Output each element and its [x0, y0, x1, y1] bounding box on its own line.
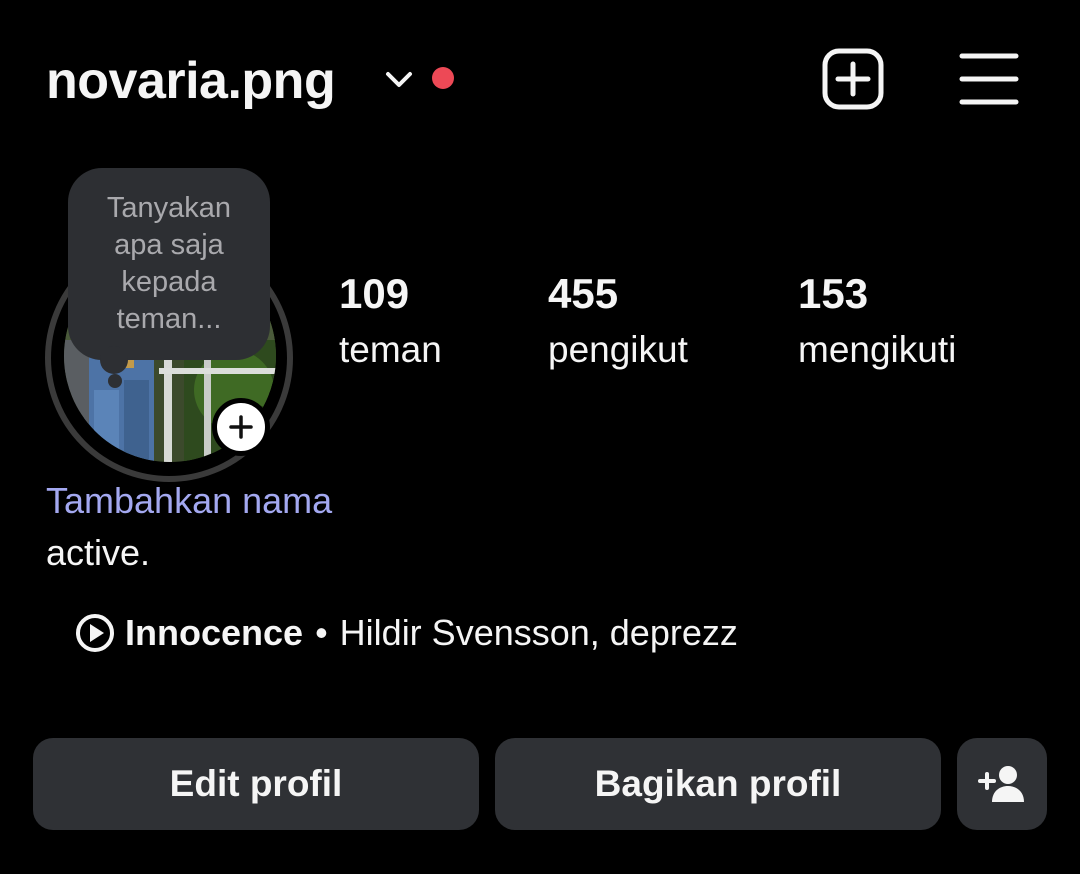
new-post-button[interactable] [821, 47, 885, 111]
song-artists: Hildir Svensson, deprezz [339, 612, 738, 653]
stat-followers-label: pengikut [548, 329, 688, 370]
stat-friends[interactable]: 109 teman [339, 268, 442, 376]
discover-people-button[interactable] [957, 738, 1047, 830]
hamburger-menu-icon [959, 53, 1019, 105]
note-placeholder: Tanyakan apa saja kepada teman... [106, 192, 232, 335]
profile-music[interactable]: Innocence • Hildir Svensson, deprezz [75, 610, 738, 656]
chevron-down-icon[interactable] [383, 68, 415, 92]
profile-username[interactable]: novaria.png [46, 48, 336, 114]
stat-following-label: mengikuti [798, 329, 957, 370]
play-circle-icon [76, 614, 114, 652]
stat-friends-count: 109 [339, 270, 410, 317]
song-title: Innocence [125, 612, 304, 653]
note-bubble-tail [100, 346, 128, 374]
note-bubble-tail-small [108, 374, 122, 388]
stat-followers[interactable]: 455 pengikut [548, 268, 688, 376]
stat-followers-count: 455 [548, 270, 619, 317]
bio-text: active. [46, 532, 151, 573]
share-profile-button[interactable]: Bagikan profil [495, 738, 941, 830]
add-name-link[interactable]: Tambahkan nama [46, 478, 332, 524]
note-bubble[interactable]: Tanyakan apa saja kepada teman... [68, 168, 270, 360]
menu-button[interactable] [958, 51, 1020, 107]
stat-following[interactable]: 153 mengikuti [798, 268, 956, 376]
add-person-icon [978, 766, 1024, 802]
notification-dot [432, 67, 454, 89]
song-separator: • [315, 612, 328, 653]
plus-square-icon [822, 48, 884, 110]
stat-friends-label: teman [339, 329, 442, 370]
stat-following-count: 153 [798, 270, 869, 317]
add-story-button[interactable] [212, 398, 270, 456]
edit-profile-button[interactable]: Edit profil [33, 738, 479, 830]
plus-icon [229, 415, 253, 439]
